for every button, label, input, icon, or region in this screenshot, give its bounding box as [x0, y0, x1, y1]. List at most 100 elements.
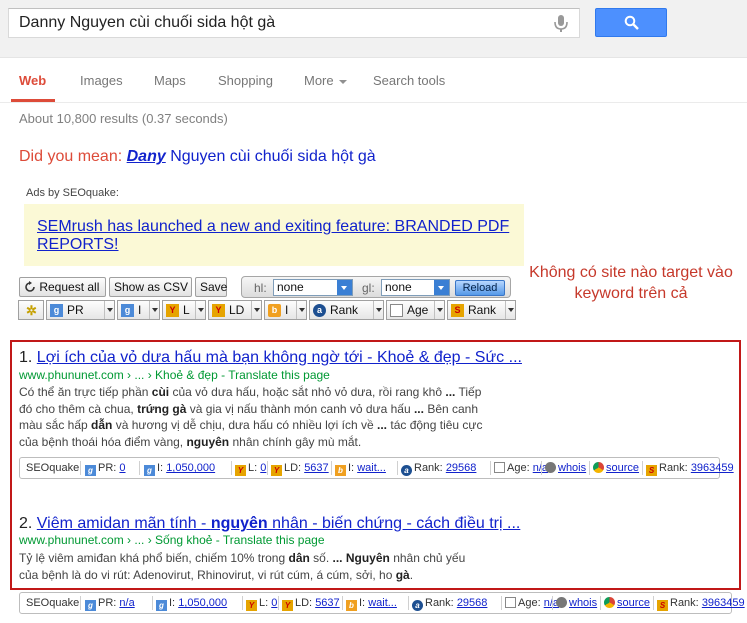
param-age[interactable]: Age — [386, 300, 445, 320]
google-icon: g — [121, 304, 134, 317]
tab-web[interactable]: Web — [19, 73, 46, 88]
param-ld[interactable]: Y LD — [208, 300, 262, 320]
divider — [242, 596, 243, 610]
whois-link[interactable]: whois — [569, 597, 597, 609]
param-pr[interactable]: g PR — [46, 300, 115, 320]
sq-i-label: I: — [169, 597, 176, 609]
sq-rank-label: Rank: — [425, 597, 454, 609]
param-i[interactable]: gI — [117, 300, 160, 320]
sq-rank2-label: Rank: — [670, 597, 699, 609]
request-all-label: Request all — [39, 280, 100, 294]
result-number: 2. — [19, 515, 33, 532]
sq-ld-value[interactable]: 5637 — [304, 462, 328, 474]
google-icon: g — [85, 600, 96, 611]
yahoo-icon: Y — [166, 304, 179, 317]
sq-whois: whois — [556, 593, 597, 613]
sq-rank: a Rank: 29568 — [412, 593, 487, 613]
result-link[interactable]: Lợi ích của vỏ dưa hấu mà bạn không ngờ … — [37, 349, 522, 366]
tab-images[interactable]: Images — [80, 73, 123, 88]
divider — [541, 461, 542, 475]
request-all-button[interactable]: Request all — [19, 277, 106, 297]
translate-link[interactable]: Translate this page — [223, 533, 325, 547]
gl-label: gl: — [362, 281, 375, 295]
sq-i-label: I: — [157, 462, 164, 474]
sq-rank-value[interactable]: 29568 — [446, 462, 477, 474]
result-url-text: www.phununet.com › ... › Sống khoẻ — [19, 533, 213, 547]
whois-link[interactable]: whois — [558, 462, 586, 474]
param-bing-i[interactable]: bI — [264, 300, 307, 320]
gear-icon: ✲ — [26, 303, 37, 318]
sq-rank2-value[interactable]: 3963459 — [702, 597, 745, 609]
result-link[interactable]: Viêm amidan mãn tính - nguyên nhân - biế… — [37, 515, 521, 532]
tab-maps[interactable]: Maps — [154, 73, 186, 88]
google-icon: g — [50, 304, 63, 317]
microphone-icon[interactable] — [550, 12, 572, 34]
sq-i-value[interactable]: 1,050,000 — [166, 462, 215, 474]
sq-rank-value[interactable]: 29568 — [457, 597, 488, 609]
divider — [653, 596, 654, 610]
snippet-line: màu sắc hấp dẫn và hương vị dễ chịu, dưa… — [19, 418, 483, 432]
param-rank-label: Rank — [330, 303, 359, 317]
sq-l-label: L: — [248, 462, 258, 474]
divider — [331, 461, 332, 475]
refresh-icon — [25, 281, 35, 292]
chevron-down-icon — [505, 301, 515, 319]
save-button[interactable]: Save — [195, 277, 227, 297]
show-csv-button[interactable]: Show as CSV — [109, 277, 192, 297]
yahoo-icon: Y — [212, 304, 225, 317]
search-button[interactable] — [595, 8, 667, 37]
alexa-icon: a — [401, 465, 412, 476]
param-l[interactable]: YL — [162, 300, 206, 320]
hl-select[interactable]: none — [273, 279, 353, 296]
sq-ld-value[interactable]: 5637 — [315, 597, 339, 609]
sq-pr-value[interactable]: 0 — [119, 462, 125, 474]
seoquake-bar: SEOquake g PR: 0 g I: 1,050,000 Y L: 0 Y LD:… — [19, 457, 734, 479]
param-ld-label: LD — [229, 303, 245, 317]
source-link[interactable]: source — [606, 462, 639, 474]
sq-whois: whois — [545, 458, 586, 478]
sq-rank-label: Rank: — [414, 462, 443, 474]
sq-ld-label: LD: — [284, 462, 302, 474]
param-rank[interactable]: a Rank — [309, 300, 384, 320]
sq-i2-value[interactable]: wait... — [357, 462, 386, 474]
sq-rank2-label: Rank: — [659, 462, 688, 474]
sq-age-label: Age: — [518, 597, 541, 609]
result-title: 1. Lợi ích của vỏ dưa hấu mà bạn không n… — [19, 349, 522, 367]
tab-shopping[interactable]: Shopping — [218, 73, 273, 88]
did-you-mean-link[interactable]: Dany Nguyen cùi chuối sida hột gà — [127, 148, 376, 165]
settings-button[interactable]: ✲ — [18, 300, 44, 320]
sq-l-value[interactable]: 0 — [260, 462, 266, 474]
semrush-icon: S — [451, 304, 464, 317]
sq-i2-value[interactable]: wait... — [368, 597, 397, 609]
param-age-label: Age — [407, 303, 429, 317]
param-rank2[interactable]: S Rank — [447, 300, 516, 320]
snippet-line: đó cho thêm cà chua, trứng gà và gia vị … — [19, 401, 479, 416]
param-rank2-label: Rank — [468, 303, 497, 317]
result-url: www.phununet.com › ... › Sống khoẻ - Tra… — [19, 533, 325, 547]
alexa-icon: a — [313, 304, 326, 317]
tab-search-tools[interactable]: Search tools — [373, 73, 445, 88]
checkbox-icon — [390, 304, 403, 317]
tab-more[interactable]: More — [304, 73, 347, 88]
alexa-icon: a — [412, 600, 423, 611]
gl-select[interactable]: none — [381, 279, 450, 296]
reload-button[interactable]: Reload — [455, 280, 505, 296]
google-icon: g — [156, 600, 167, 611]
source-link[interactable]: source — [617, 597, 650, 609]
sq-pr-label: PR: — [98, 597, 117, 609]
sq-l-value[interactable]: 0 — [271, 597, 277, 609]
google-icon: g — [144, 465, 155, 476]
chevron-down-icon — [434, 280, 449, 295]
sq-rank2-value[interactable]: 3963459 — [691, 462, 734, 474]
result-snippet: Tỷ lệ viêm amiđan khá phổ biến, chiếm 10… — [19, 550, 465, 583]
sq-ld: Y LD: 5637 — [271, 458, 329, 478]
sq-pr: g PR: 0 — [85, 458, 126, 478]
translate-link[interactable]: Translate this page — [228, 368, 330, 382]
sq-i2-label: I: — [359, 597, 366, 609]
sq-i2: b I: wait... — [335, 458, 386, 478]
sq-i-value[interactable]: 1,050,000 — [178, 597, 227, 609]
sq-pr-value[interactable]: n/a — [119, 597, 134, 609]
ad-link[interactable]: SEMrush has launched a new and exiting f… — [37, 218, 517, 254]
chevron-down-icon — [434, 301, 444, 319]
search-input[interactable]: Danny Nguyen cùi chuối sida hột gà — [8, 8, 580, 38]
